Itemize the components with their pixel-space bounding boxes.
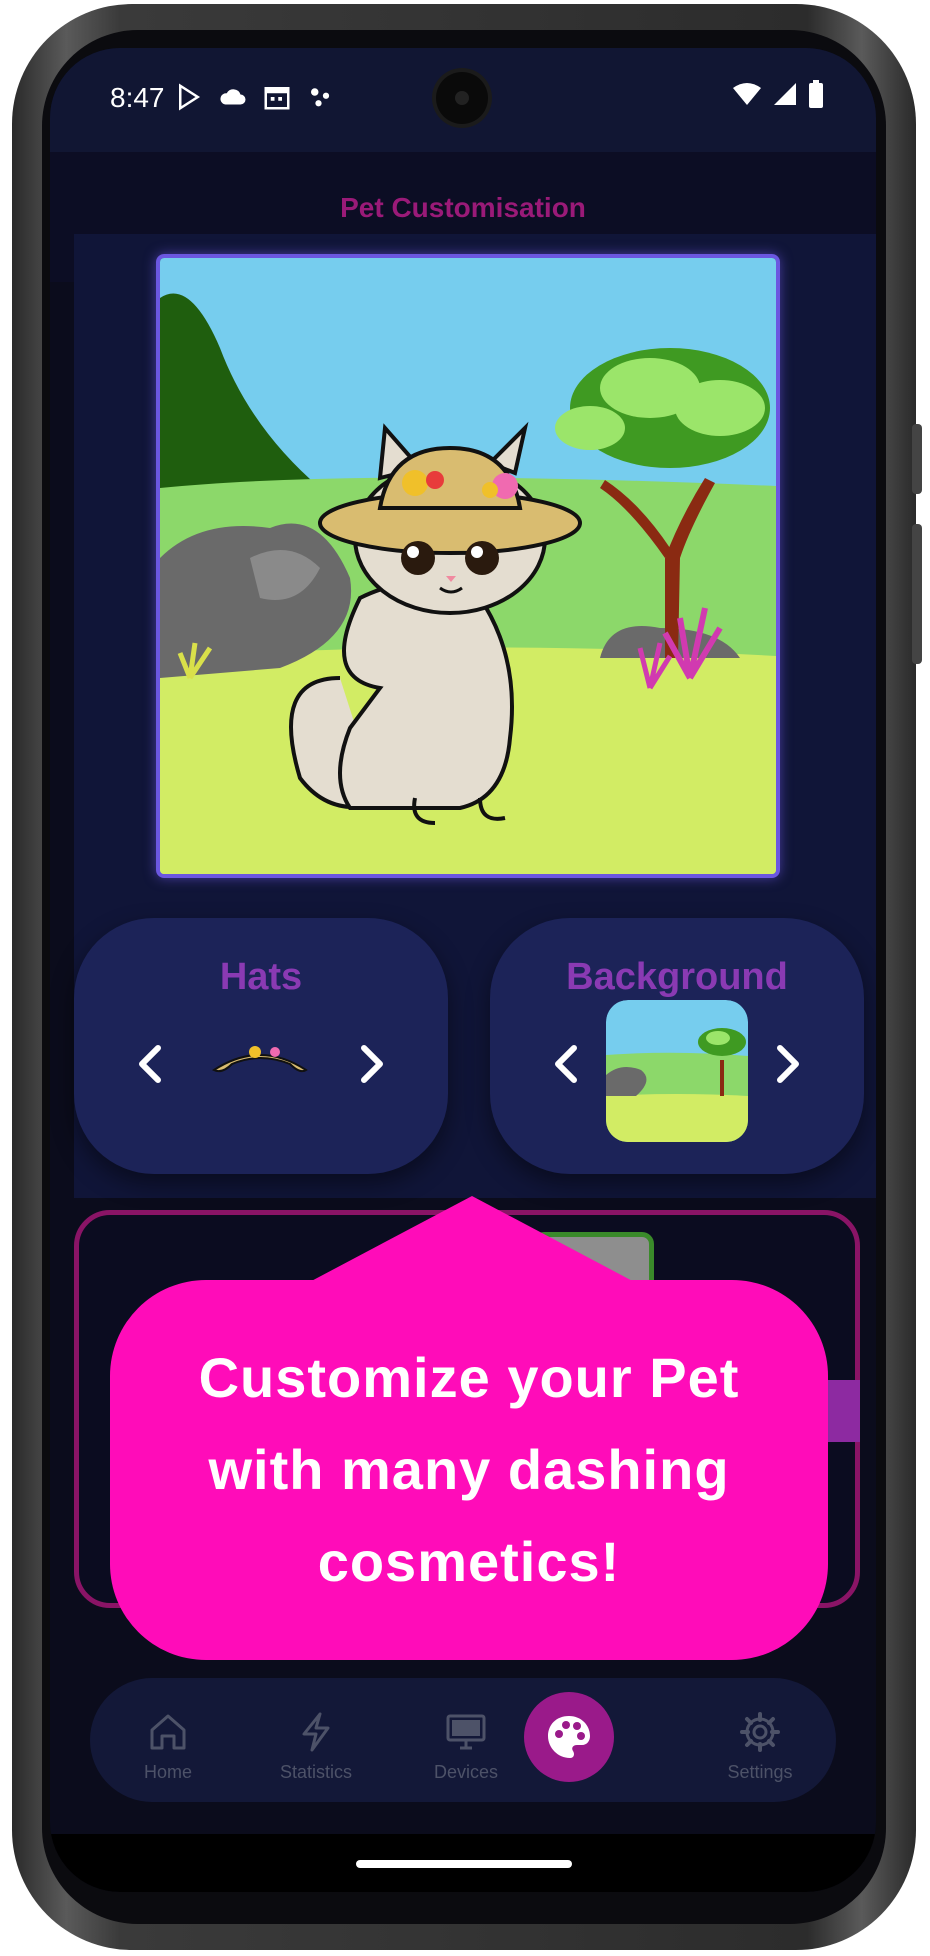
nav-item-statistics[interactable]: Statistics — [256, 1678, 376, 1802]
pet-preview — [156, 254, 780, 878]
status-bar: 8:47 — [50, 48, 876, 152]
hats-prev-arrow[interactable] — [130, 1042, 174, 1086]
straw-hat-icon — [211, 1046, 308, 1073]
front-camera — [436, 72, 488, 124]
calendar-icon — [264, 87, 290, 110]
hats-next-arrow[interactable] — [348, 1042, 392, 1086]
hats-title: Hats — [219, 956, 303, 998]
wifi-icon — [733, 83, 761, 105]
background-prev-arrow[interactable] — [546, 1042, 590, 1086]
monitor-icon — [446, 1714, 486, 1750]
home-icon — [150, 1714, 186, 1750]
status-left-icons — [174, 82, 336, 112]
palette-icon — [548, 1716, 590, 1758]
nav-item-devices[interactable]: Devices — [406, 1678, 526, 1802]
bottom-navigation: Home Statistics Devices Settings — [90, 1678, 836, 1802]
dots-icon — [311, 88, 330, 107]
nav-label-statistics: Statistics — [279, 1762, 353, 1782]
play-store-icon — [179, 83, 201, 111]
power-button — [912, 524, 922, 664]
signal-icon — [774, 83, 796, 105]
page-title: Pet Customisation — [340, 192, 586, 223]
volume-button — [912, 424, 922, 494]
nav-label-settings: Settings — [727, 1762, 793, 1782]
hats-card: Hats — [74, 918, 448, 1174]
speech-bubble-tip — [302, 1196, 642, 1286]
meadow-background-thumbnail — [606, 1000, 748, 1142]
speech-bubble-text: Customize your Pet with many dashing cos… — [198, 1346, 740, 1593]
cat-with-hat-illustration — [160, 258, 776, 874]
nav-item-settings[interactable]: Settings — [700, 1678, 820, 1802]
app-screen: 8:47 Pet Customisation Hats Background C… — [50, 48, 876, 1892]
speech-bubble: Customize your Pet with many dashing cos… — [110, 1280, 828, 1660]
cloud-icon — [220, 89, 246, 105]
status-right-icons — [732, 80, 824, 108]
background-title: Background — [566, 956, 788, 998]
nav-label-home: Home — [143, 1762, 192, 1782]
battery-icon — [809, 80, 823, 108]
nav-label-devices: Devices — [433, 1762, 499, 1782]
status-time: 8:47 — [110, 82, 165, 113]
background-card: Background — [490, 918, 864, 1174]
nav-item-customise-active[interactable] — [524, 1692, 614, 1782]
nav-item-home[interactable]: Home — [108, 1678, 228, 1802]
gear-icon — [740, 1712, 780, 1752]
lightning-icon — [302, 1712, 330, 1752]
gesture-handle[interactable] — [356, 1860, 572, 1868]
background-next-arrow[interactable] — [764, 1042, 808, 1086]
